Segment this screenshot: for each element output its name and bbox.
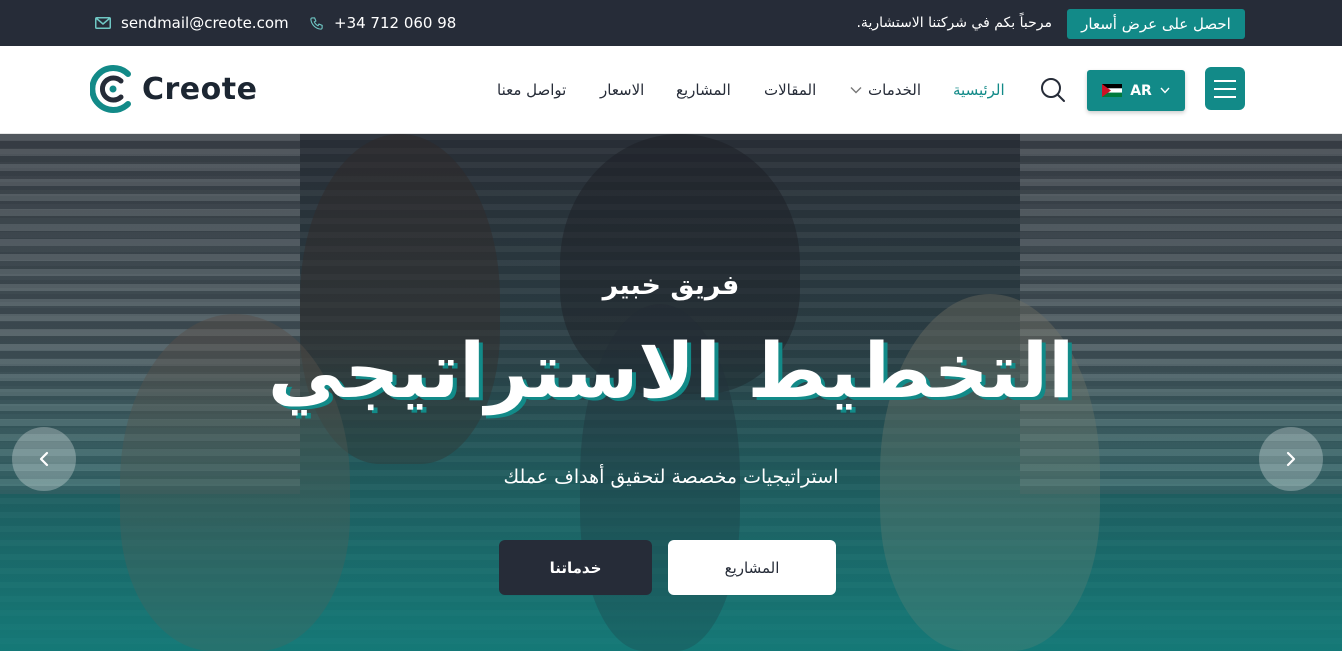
hero-slider: فريق خبير التخطيط الاستراتيجي استراتيجيا… [0, 134, 1342, 651]
nav-home[interactable]: الرئيسية [953, 46, 1005, 134]
phone-contact[interactable]: +34 712 060 98 [309, 0, 456, 46]
nav-articles[interactable]: المقالات [764, 46, 816, 134]
chevron-down-icon [1160, 87, 1170, 94]
main-header: Creote تواصل معنا الاسعار المشاريع المقا… [0, 46, 1342, 134]
mail-icon [95, 17, 111, 29]
chevron-left-icon [39, 451, 49, 467]
hamburger-line [1214, 87, 1236, 90]
language-label: AR [1130, 82, 1152, 99]
email-contact[interactable]: sendmail@creote.com [95, 0, 289, 46]
hero-title: التخطيط الاستراتيجي [267, 326, 1075, 415]
nav-projects[interactable]: المشاريع [676, 46, 731, 134]
hero-tagline: استراتيجيات مخصصة لتحقيق أهداف عملك [503, 466, 839, 488]
logo-icon [90, 65, 131, 113]
search-icon[interactable] [1040, 77, 1066, 103]
nav-services[interactable]: الخدمات [850, 46, 921, 134]
flag-icon [1102, 84, 1123, 97]
language-selector[interactable]: AR [1087, 70, 1185, 111]
projects-button[interactable]: المشاريع [668, 540, 836, 595]
hero-subtitle: فريق خبير [602, 270, 740, 301]
hamburger-line [1214, 95, 1236, 98]
top-bar: sendmail@creote.com +34 712 060 98 مرحبا… [0, 0, 1342, 46]
phone-text: +34 712 060 98 [334, 14, 457, 32]
slider-prev-button[interactable] [12, 427, 76, 491]
chevron-right-icon [1286, 451, 1296, 467]
get-quote-button[interactable]: احصل على عرض أسعار [1067, 9, 1245, 39]
nav-services-label: الخدمات [868, 81, 922, 99]
logo-text: Creote [142, 71, 258, 107]
email-text: sendmail@creote.com [121, 14, 289, 32]
slider-next-button[interactable] [1259, 427, 1323, 491]
phone-icon [310, 16, 323, 30]
services-button[interactable]: خدماتنا [499, 540, 652, 595]
logo[interactable]: Creote [90, 64, 257, 114]
menu-button[interactable] [1205, 67, 1245, 110]
nav-contact[interactable]: تواصل معنا [497, 46, 566, 134]
welcome-text: مرحباً بكم في شركتنا الاستشارية. [856, 15, 1052, 31]
nav-prices[interactable]: الاسعار [600, 46, 644, 134]
chevron-down-icon [850, 87, 862, 94]
hamburger-line [1214, 79, 1236, 82]
